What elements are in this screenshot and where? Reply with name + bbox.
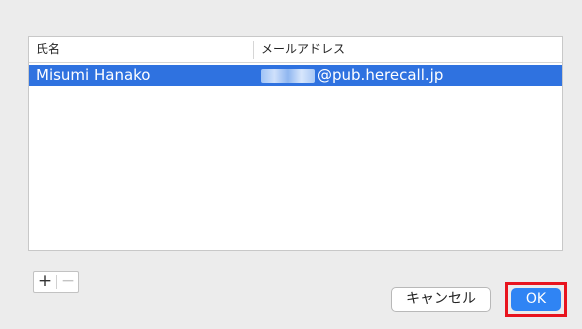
ok-button[interactable]: OK xyxy=(511,288,561,311)
remove-button[interactable]: − xyxy=(57,272,79,292)
contact-table: 氏名 メールアドレス Misumi Hanako @pub.herecall.j… xyxy=(28,36,563,251)
column-header-email[interactable]: メールアドレス xyxy=(261,37,345,62)
redacted-block xyxy=(261,68,315,83)
table-header: 氏名 メールアドレス xyxy=(29,37,562,63)
cell-email: @pub.herecall.jp xyxy=(261,65,443,86)
add-button[interactable]: + xyxy=(34,272,56,292)
add-remove-control: + − xyxy=(33,271,79,293)
table-row[interactable]: Misumi Hanako @pub.herecall.jp xyxy=(29,65,562,86)
cell-email-text: @pub.herecall.jp xyxy=(317,66,444,84)
column-header-name[interactable]: 氏名 xyxy=(36,37,60,62)
cell-name: Misumi Hanako xyxy=(36,66,151,84)
column-divider[interactable] xyxy=(253,41,254,59)
cancel-button[interactable]: キャンセル xyxy=(391,287,491,312)
